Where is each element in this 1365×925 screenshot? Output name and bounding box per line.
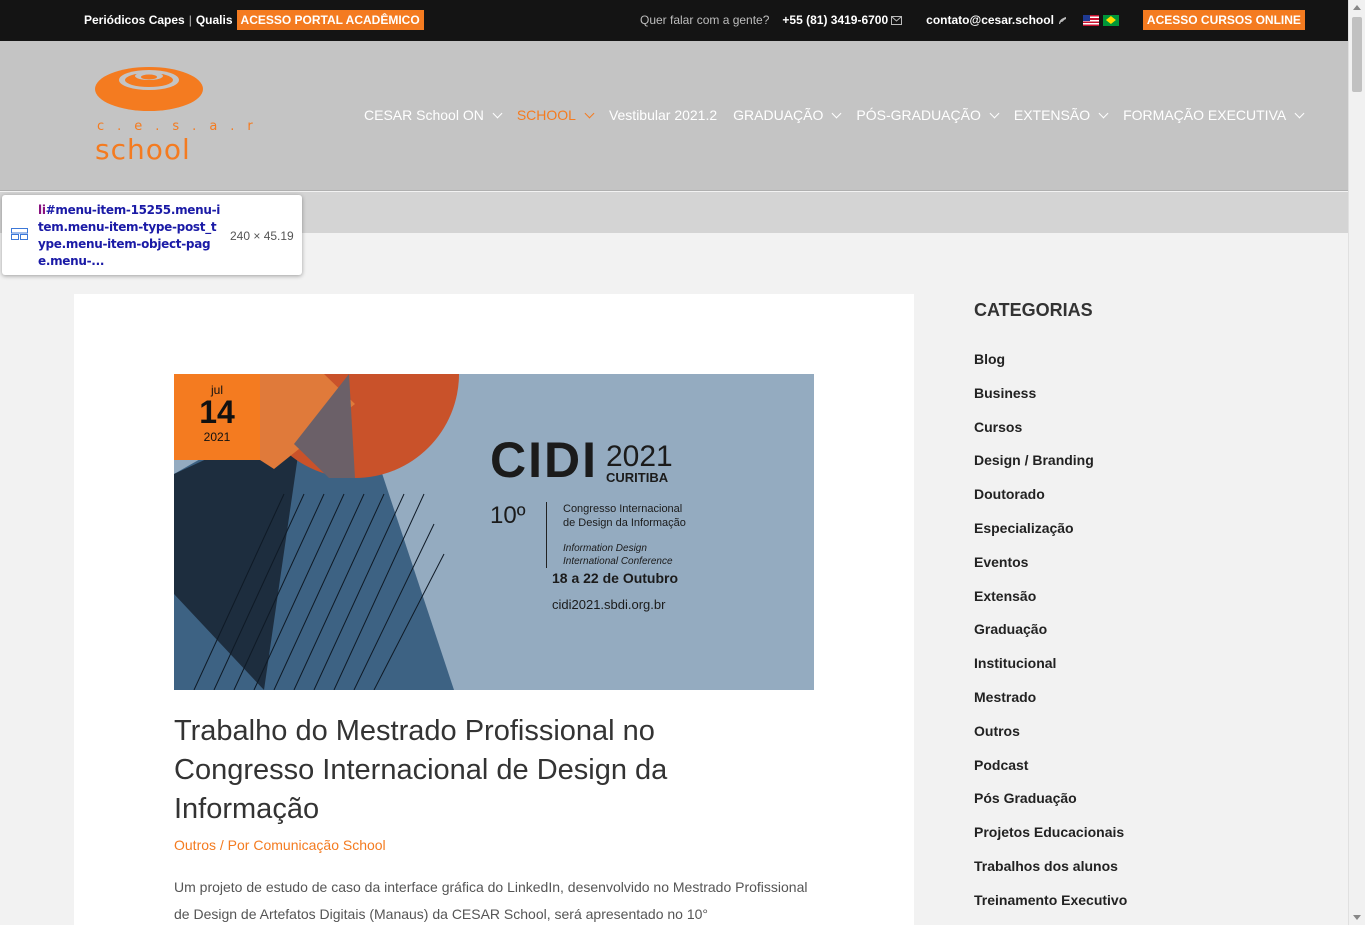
portal-academico-button[interactable]: ACESSO PORTAL ACADÊMICO [236, 10, 424, 30]
tooltip-selector-rest: #menu-item-15255.menu-item.menu-item-typ… [38, 203, 221, 268]
banner-city: CURITIBA [606, 470, 669, 485]
post-meta: Outros / Por Comunicação School [174, 837, 386, 853]
contact-question: Quer falar com a gente? [640, 13, 770, 27]
tooltip-selector: li#menu-item-15255.menu-item.menu-item-t… [38, 202, 222, 270]
site-header: c.e.s.a.r school CESAR School ON SCHOOL … [0, 41, 1348, 191]
chevron-down-icon [989, 108, 1000, 118]
mail-icon [891, 15, 903, 25]
phone-link[interactable]: +55 (81) 3419-6700 [782, 13, 903, 27]
main-nav: CESAR School ON SCHOOL Vestibular 2021.2… [364, 107, 1319, 123]
nav-label: PÓS-GRADUAÇÃO [856, 107, 981, 123]
brazil-flag-icon[interactable] [1102, 14, 1119, 26]
phone-icon [1058, 16, 1066, 24]
category-link[interactable]: Especialização [974, 518, 1127, 552]
logo-cesar-text: c.e.s.a.r [97, 119, 266, 134]
devtools-inspect-tooltip: li#menu-item-15255.menu-item.menu-item-t… [2, 195, 302, 275]
banner-text: CIDI 2021 CURITIBA 10º Congresso Interna… [490, 432, 686, 612]
category-link[interactable]: Design / Branding [974, 450, 1127, 484]
cursos-online-button[interactable]: ACESSO CURSOS ONLINE [1142, 10, 1305, 30]
us-flag-icon[interactable] [1082, 14, 1099, 26]
categories-list: Blog Business Cursos Design / Branding D… [974, 349, 1127, 924]
page-scrollbar[interactable] [1348, 0, 1365, 925]
category-link[interactable]: Extensão [974, 586, 1127, 620]
chevron-down-icon [831, 108, 842, 118]
category-link[interactable]: Cursos [974, 417, 1127, 451]
category-link[interactable]: Graduação [974, 619, 1127, 653]
separator: | [188, 13, 192, 27]
category-link[interactable]: Pós Graduação [974, 788, 1127, 822]
date-day: 14 [199, 394, 235, 430]
layout-grid-icon [11, 228, 28, 240]
category-link[interactable]: Doutorado [974, 484, 1127, 518]
banner-edition: 10º [490, 502, 526, 529]
date-year: 2021 [203, 430, 231, 444]
post-excerpt: Um projeto de estudo de caso da interfac… [174, 879, 808, 922]
category-link[interactable]: Podcast [974, 755, 1127, 789]
banner-url: cidi2021.sbdi.org.br [552, 597, 666, 612]
logo-rings-icon [95, 67, 203, 111]
category-link[interactable]: Blog [974, 349, 1127, 383]
phone-number: +55 (81) 3419-6700 [782, 13, 889, 27]
cesar-school-logo[interactable]: c.e.s.a.r school [95, 67, 253, 167]
banner-line2: de Design da Informação [563, 517, 686, 529]
nav-label: GRADUAÇÃO [733, 107, 824, 123]
featured-image[interactable]: jul 14 2021 CIDI 2021 CURITIBA 10º Congr… [174, 374, 814, 690]
banner-cidi: CIDI [490, 432, 598, 488]
banner-line3: Information Design [563, 543, 647, 554]
email-address: contato@cesar.school [926, 13, 1054, 27]
nav-item-formacao-executiva[interactable]: FORMAÇÃO EXECUTIVA [1123, 107, 1305, 123]
nav-item-cesar-school-on[interactable]: CESAR School ON [364, 107, 503, 123]
nav-label: FORMAÇÃO EXECUTIVA [1123, 107, 1287, 123]
post-date-badge: jul 14 2021 [174, 374, 260, 460]
banner-line4: International Conference [563, 556, 673, 567]
nav-label: Vestibular 2021.2 [608, 107, 718, 123]
banner-line1: Congresso Internacional [563, 503, 683, 515]
qualis-link[interactable]: Qualis [196, 13, 233, 27]
chevron-down-icon [584, 108, 595, 118]
post-category-link[interactable]: Outros [174, 837, 216, 853]
category-link[interactable]: Eventos [974, 552, 1127, 586]
category-link[interactable]: Projetos Educacionais [974, 822, 1127, 856]
chevron-down-icon [1294, 108, 1305, 118]
post-title[interactable]: Trabalho do Mestrado Profissional no Con… [174, 712, 734, 829]
category-link[interactable]: Trabalhos dos alunos [974, 856, 1127, 890]
category-link[interactable]: Business [974, 383, 1127, 417]
top-bar-right: Quer falar com a gente? +55 (81) 3419-67… [640, 10, 1305, 30]
nav-item-graduacao[interactable]: GRADUAÇÃO [733, 107, 842, 123]
tooltip-tag: li [38, 203, 46, 217]
chevron-down-icon [1098, 108, 1109, 118]
periodicos-link[interactable]: Periódicos Capes [84, 13, 185, 27]
categories-title: CATEGORIAS [974, 300, 1093, 320]
nav-label: SCHOOL [516, 107, 576, 123]
post-card: jul 14 2021 CIDI 2021 CURITIBA 10º Congr… [74, 294, 914, 925]
nav-label: EXTENSÃO [1013, 107, 1091, 123]
nav-item-vestibular[interactable]: Vestibular 2021.2 [609, 107, 717, 123]
email-link[interactable]: contato@cesar.school [926, 13, 1067, 27]
tooltip-size: 240 × 45.19 [230, 229, 294, 243]
nav-item-pos-graduacao[interactable]: PÓS-GRADUAÇÃO [856, 107, 1000, 123]
nav-label: CESAR School ON [364, 107, 484, 123]
top-bar: Periódicos Capes | Qualis ACESSO PORTAL … [0, 0, 1348, 41]
banner-dates: 18 a 22 de Outubro [552, 570, 679, 586]
nav-item-school[interactable]: SCHOOL [516, 107, 595, 123]
logo-school-text: school [95, 133, 191, 166]
post-author-link[interactable]: Comunicação School [253, 837, 385, 853]
banner-year: 2021 [606, 440, 673, 473]
category-link[interactable]: Outros [974, 721, 1127, 755]
chevron-down-icon [492, 108, 503, 118]
meta-separator: / Por [216, 837, 254, 853]
category-link[interactable]: Mestrado [974, 687, 1127, 721]
category-link[interactable]: Institucional [974, 653, 1127, 687]
nav-item-extensao[interactable]: EXTENSÃO [1013, 107, 1109, 123]
scroll-up-arrow-icon[interactable] [1353, 5, 1361, 10]
scroll-down-arrow-icon[interactable] [1353, 915, 1361, 920]
top-bar-left: Periódicos Capes | Qualis ACESSO PORTAL … [84, 10, 424, 30]
category-link[interactable]: Treinamento Executivo [974, 890, 1127, 924]
scrollbar-thumb[interactable] [1352, 17, 1362, 92]
